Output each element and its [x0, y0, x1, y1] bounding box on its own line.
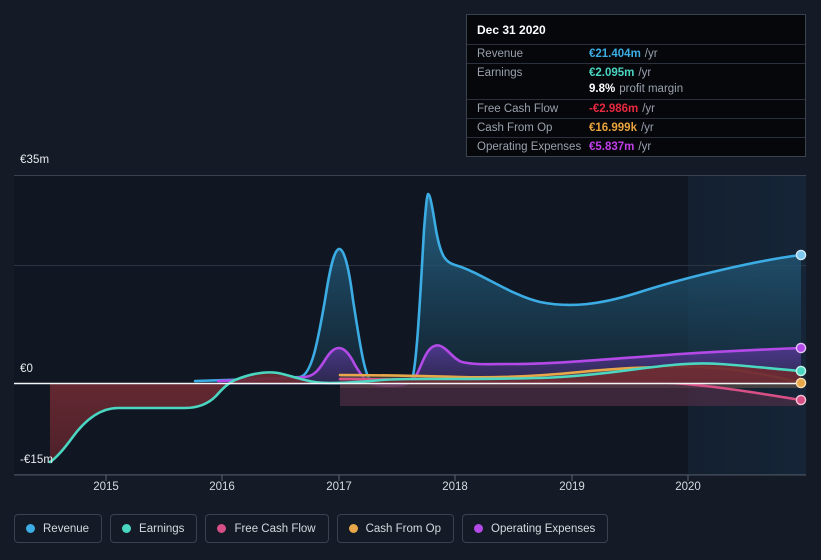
tooltip-label-operating-expenses: Operating Expenses [477, 141, 582, 153]
chart-legend: Revenue Earnings Free Cash Flow Cash Fro… [14, 514, 609, 543]
endpoint-cash-from-op [795, 377, 807, 389]
legend-dot-free-cash-flow-icon [217, 524, 227, 533]
legend-item-earnings[interactable]: Earnings [110, 514, 198, 543]
tooltip-row-operating-expenses: Operating Expenses €5.837m /yr [467, 137, 805, 156]
tooltip-unit-cash-from-op: /yr [640, 122, 654, 134]
y-axis-label-bottom: -€15m [20, 454, 54, 466]
legend-dot-revenue-icon [26, 524, 35, 533]
x-axis-label-2018: 2018 [442, 481, 468, 493]
x-axis-label-2016: 2016 [209, 481, 235, 493]
tooltip-unit-free-cash-flow: /yr [642, 103, 656, 115]
tooltip-unit-earnings: /yr [638, 67, 652, 79]
y-axis-label-top: €35m [20, 154, 50, 166]
tooltip-value-profit-margin: 9.8% [589, 82, 616, 95]
legend-label-free-cash-flow: Free Cash Flow [234, 522, 316, 535]
tooltip-row-profit-margin: 9.8% profit margin [467, 82, 805, 99]
tooltip-value-cash-from-op: €16.999k [589, 122, 637, 134]
tooltip-value-earnings: €2.095m [589, 67, 635, 79]
endpoint-revenue [795, 249, 807, 261]
legend-item-revenue[interactable]: Revenue [14, 514, 103, 543]
x-axis-label-2015: 2015 [93, 481, 119, 493]
tooltip-date: Dec 31 2020 [477, 23, 546, 37]
tooltip-unit-profit-margin: profit margin [619, 82, 684, 95]
legend-label-earnings: Earnings [139, 522, 185, 535]
legend-item-free-cash-flow[interactable]: Free Cash Flow [205, 514, 329, 543]
tooltip-value-revenue: €21.404m [589, 48, 641, 60]
tooltip-label-cash-from-op: Cash From Op [477, 122, 553, 134]
legend-label-cash-from-op: Cash From Op [365, 522, 442, 535]
tooltip-unit-operating-expenses: /yr [638, 141, 652, 153]
y-axis-label-zero: €0 [20, 363, 33, 375]
endpoint-earnings [795, 365, 807, 377]
legend-label-operating-expenses: Operating Expenses [491, 522, 596, 535]
legend-dot-operating-expenses-icon [474, 524, 484, 533]
endpoint-opex [795, 342, 807, 354]
tooltip-value-free-cash-flow: -€2.986m [589, 103, 639, 115]
tooltip-row-cash-from-op: Cash From Op €16.999k /yr [467, 118, 805, 137]
endpoint-free-cash-flow [795, 394, 807, 406]
legend-label-revenue: Revenue [43, 522, 90, 535]
x-axis-label-2019: 2019 [559, 481, 585, 493]
tooltip-unit-revenue: /yr [644, 48, 658, 60]
x-tick-marks [105, 475, 689, 481]
tooltip-row-earnings: Earnings €2.095m /yr [467, 63, 805, 82]
x-axis-label-2020: 2020 [675, 481, 701, 493]
tooltip-value-operating-expenses: €5.837m [589, 141, 635, 153]
tooltip-row-free-cash-flow: Free Cash Flow -€2.986m /yr [467, 99, 805, 118]
financial-chart-page: €35m €0 -€15m 2015 2016 2017 2018 2019 2… [0, 0, 821, 560]
legend-item-operating-expenses[interactable]: Operating Expenses [462, 514, 609, 543]
chart-tooltip: Dec 31 2020 Revenue €21.404m /yr Earning… [466, 14, 806, 157]
legend-dot-cash-from-op-icon [348, 524, 358, 533]
legend-item-cash-from-op[interactable]: Cash From Op [336, 514, 455, 543]
tooltip-row-revenue: Revenue €21.404m /yr [467, 44, 805, 63]
x-axis-label-2017: 2017 [326, 481, 352, 493]
tooltip-label-earnings: Earnings [477, 67, 523, 79]
legend-dot-earnings-icon [122, 524, 132, 533]
tooltip-label-revenue: Revenue [477, 48, 524, 60]
tooltip-label-free-cash-flow: Free Cash Flow [477, 103, 559, 115]
